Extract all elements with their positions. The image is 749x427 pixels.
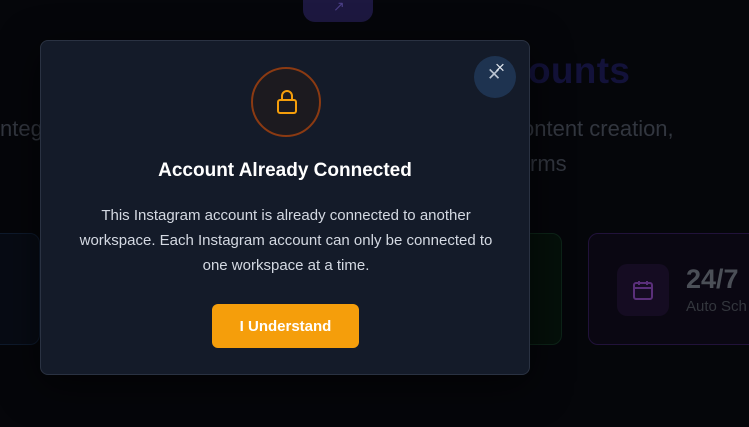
- dialog-title: Account Already Connected: [158, 160, 412, 181]
- account-connected-dialog: ✕ × Account Already Connected This Insta…: [40, 40, 530, 375]
- lock-icon: [277, 90, 297, 114]
- background-card-left: [0, 233, 40, 345]
- lock-icon-badge: [251, 67, 321, 137]
- stat-value: 24/7: [686, 264, 739, 294]
- i-understand-button[interactable]: I Understand: [212, 304, 359, 348]
- background-subtitle-line2: rms: [530, 151, 567, 176]
- close-button[interactable]: ✕ ×: [474, 56, 516, 98]
- background-subtitle-left: nteg: [0, 116, 43, 141]
- dialog-message: This Instagram account is already connec…: [79, 207, 493, 274]
- stat-label: Auto Sch: [686, 298, 747, 315]
- close-icon-overlay: ×: [495, 58, 505, 77]
- background-stat-card: 24/7 Auto Sch: [588, 233, 749, 345]
- background-action-pill: ↗: [303, 0, 373, 22]
- arrow-icon: ↗: [333, 0, 345, 14]
- background-heading: ounts: [528, 50, 631, 91]
- background-subtitle-line1: ontent creation,: [522, 116, 674, 141]
- calendar-icon: [617, 264, 669, 316]
